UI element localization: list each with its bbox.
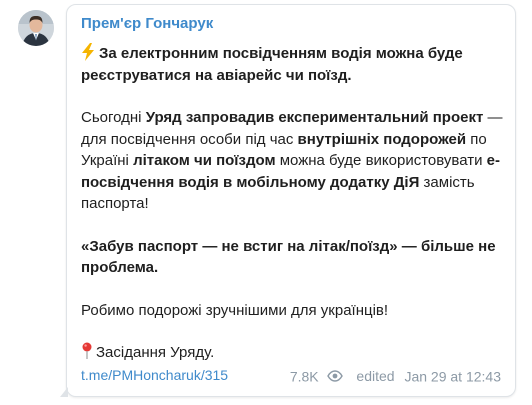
lightning-emoji: [82, 43, 94, 61]
headline-line2: реєструватися на авіарейс чи поїзд.: [81, 66, 352, 84]
message-body: Сьогодні Уряд запровадив експериментальн…: [81, 107, 506, 215]
message-bubble: Прем'єр Гончарук За електронним посвідче…: [60, 4, 516, 397]
body-run: Сьогодні: [81, 109, 146, 126]
views-count: 7.8K: [289, 368, 319, 385]
message-quote: «Забув паспорт — не встиг на літак/поїзд…: [81, 237, 496, 277]
bubble-tail: [60, 387, 68, 397]
message-closing: Робимо подорожі зручнішими для українців…: [81, 301, 389, 319]
body-run: літаком чи поїздом: [133, 152, 276, 169]
channel-name[interactable]: Прем'єр Гончарук: [81, 15, 506, 33]
message-meta: 7.8K edited Jan 29 at 12:43: [290, 366, 501, 385]
avatar-portrait: [18, 10, 54, 46]
message-location: Засідання Уряду.: [81, 342, 506, 364]
body-run: можна буде використовувати: [275, 152, 487, 169]
location-text: Засідання Уряду.: [96, 344, 215, 361]
body-run: внутрішніх подорожей: [297, 130, 467, 148]
telegram-post: Прем'єр Гончарук За електронним посвідче…: [0, 0, 532, 405]
body-run: Уряд запровадив експериментальний проект: [145, 109, 484, 126]
eye-icon: [326, 370, 343, 382]
avatar[interactable]: [18, 10, 54, 46]
message-time[interactable]: Jan 29 at 12:43: [404, 368, 501, 384]
headline-line1: За електронним посвідченням водія можна …: [99, 45, 463, 62]
pin-emoji: [82, 342, 92, 359]
post-link[interactable]: t.me/PMHoncharuk/315: [81, 366, 228, 384]
message-footer: t.me/PMHoncharuk/315 7.8K edited Jan 29 …: [81, 366, 501, 384]
edited-label: edited: [356, 368, 395, 385]
message-content: Прем'єр Гончарук За електронним посвідче…: [81, 15, 506, 364]
message-headline: За електронним посвідченням водія можна …: [81, 43, 506, 86]
